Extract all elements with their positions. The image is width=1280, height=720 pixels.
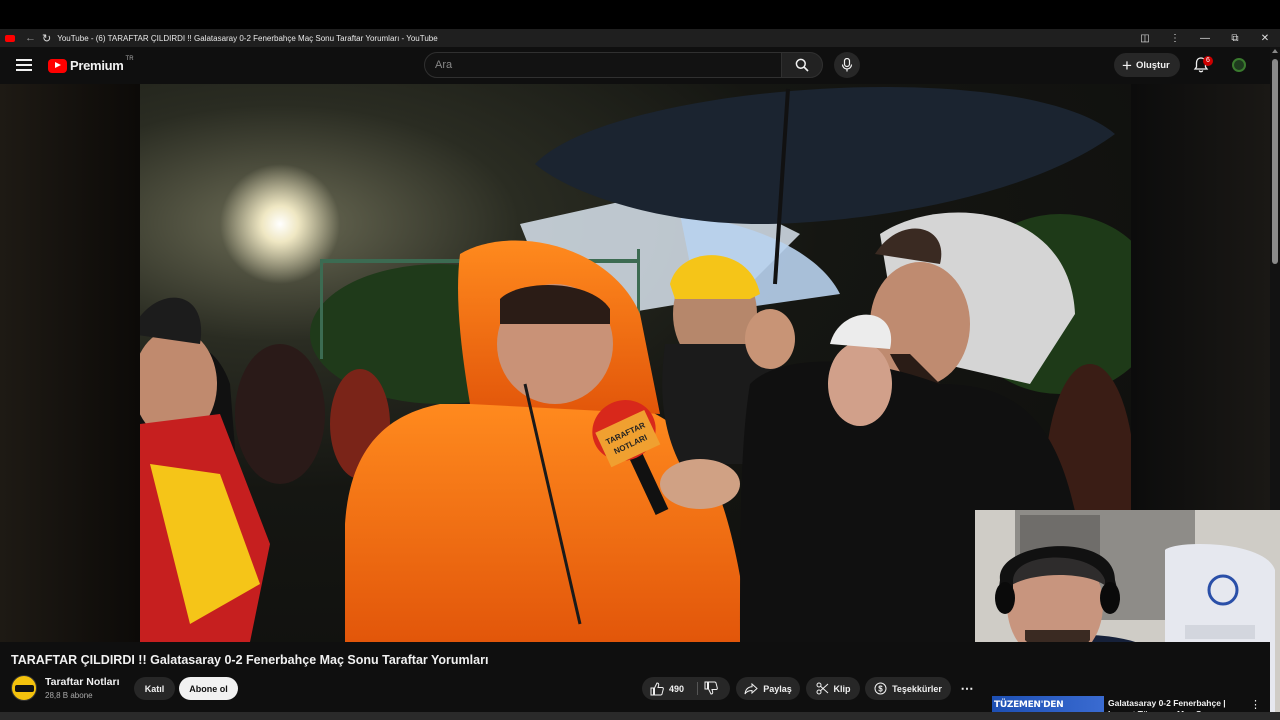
- like-dislike-group: 490: [642, 677, 730, 700]
- dislike-icon[interactable]: [704, 681, 718, 695]
- youtube-play-icon: [48, 58, 67, 73]
- up-next-thumb-text: TÜZEMEN'DEN: [994, 700, 1064, 710]
- scissors-icon: [816, 682, 828, 695]
- youtube-logo[interactable]: Premium TR: [48, 55, 134, 73]
- window-title: YouTube - (6) TARAFTAR ÇILDIRDI !! Galat…: [57, 33, 438, 43]
- like-divider: [697, 682, 698, 695]
- browser-menu-icon[interactable]: ⋮: [1160, 33, 1190, 44]
- more-actions-icon[interactable]: ⋯: [957, 677, 977, 700]
- ambient-left: [0, 84, 140, 642]
- youtube-favicon-icon: [5, 34, 15, 42]
- thanks-button[interactable]: $ Teşekkürler: [865, 677, 951, 700]
- logo-text: Premium: [70, 58, 124, 73]
- country-code: TR: [125, 55, 134, 62]
- video-title: TARAFTAR ÇILDIRDI !! Galatasaray 0-2 Fen…: [11, 653, 489, 667]
- clip-label: Klip: [833, 683, 851, 694]
- search-box: [424, 52, 782, 78]
- thanks-label: Teşekkürler: [892, 683, 942, 694]
- search-icon: [795, 58, 809, 72]
- voice-search-button[interactable]: [834, 52, 860, 78]
- subscriber-count: 28,8 B abone: [45, 691, 93, 700]
- account-avatar[interactable]: [1232, 58, 1246, 72]
- extensions-icon[interactable]: ◫: [1130, 33, 1160, 44]
- create-label: Oluştur: [1135, 59, 1170, 71]
- scroll-up-arrow-icon[interactable]: [1272, 49, 1278, 53]
- scrollbar-thumb[interactable]: [1272, 59, 1278, 264]
- restore-icon[interactable]: ⧉: [1220, 33, 1250, 44]
- back-arrow-icon[interactable]: ←: [25, 32, 36, 44]
- svg-text:$: $: [878, 685, 883, 694]
- channel-avatar[interactable]: [11, 675, 37, 701]
- minimize-icon[interactable]: —: [1190, 33, 1220, 44]
- search-input[interactable]: [425, 53, 765, 77]
- bottom-strip: [0, 712, 1280, 720]
- like-icon[interactable]: [650, 681, 664, 696]
- menu-icon[interactable]: [16, 59, 32, 71]
- reload-icon[interactable]: ↻: [42, 32, 51, 45]
- plus-icon: +: [1122, 55, 1132, 75]
- thanks-dollar-icon: $: [874, 682, 887, 695]
- like-count[interactable]: 490: [669, 684, 684, 694]
- up-next-more-icon[interactable]: ⋮: [1250, 698, 1261, 711]
- clip-button[interactable]: Klip: [806, 677, 860, 700]
- close-icon[interactable]: ✕: [1250, 33, 1280, 44]
- create-button[interactable]: + Oluştur: [1114, 53, 1180, 77]
- notification-badge: 6: [1203, 56, 1213, 66]
- microphone-icon: [841, 58, 853, 72]
- share-button[interactable]: Paylaş: [736, 677, 800, 700]
- browser-title-bar: ← ↻ YouTube - (6) TARAFTAR ÇILDIRDI !! G…: [0, 29, 1280, 47]
- share-icon: [744, 682, 758, 694]
- share-label: Paylaş: [763, 683, 792, 694]
- youtube-masthead: Premium TR + Oluştur 6: [0, 47, 1270, 84]
- screen-top-bar: [0, 0, 1280, 29]
- join-button[interactable]: Katıl: [134, 677, 175, 700]
- search-button[interactable]: [781, 52, 823, 78]
- channel-name[interactable]: Taraftar Notları: [45, 676, 120, 688]
- subscribe-button[interactable]: Abone ol: [179, 677, 238, 700]
